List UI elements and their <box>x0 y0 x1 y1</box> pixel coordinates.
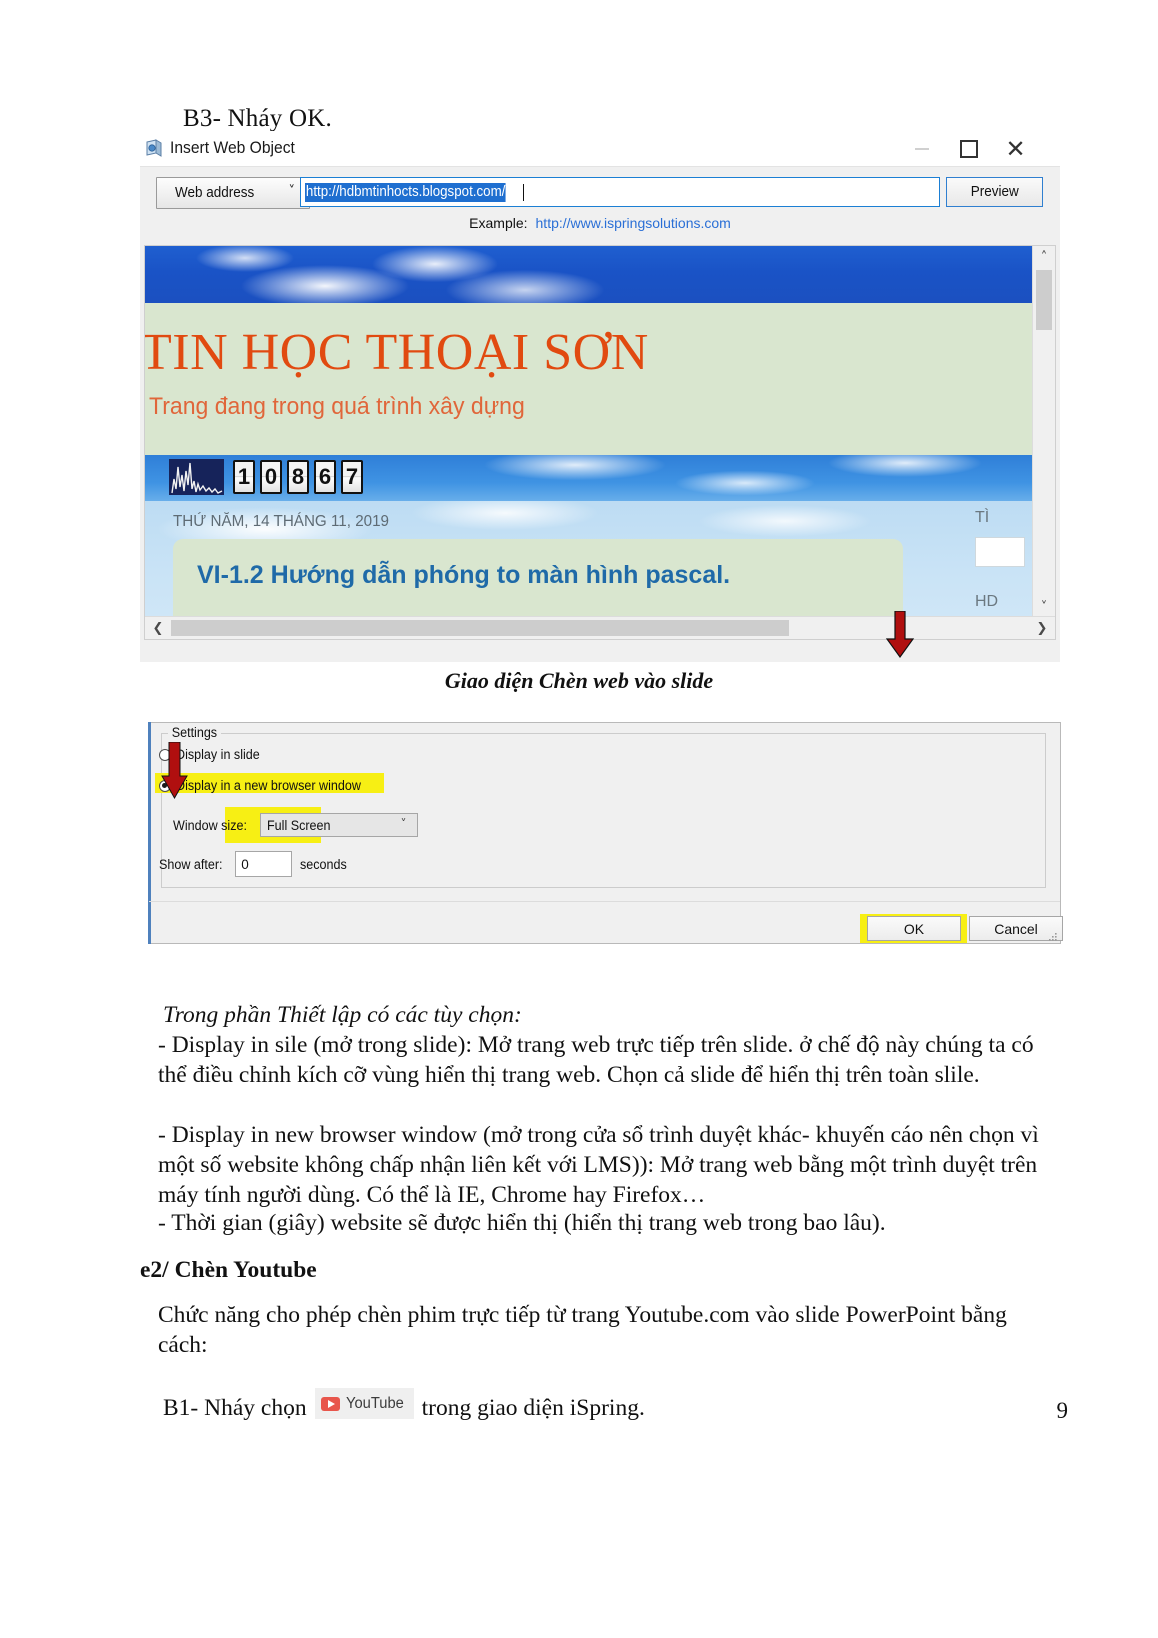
settings-group-legend: Settings <box>168 725 221 740</box>
window-size-select[interactable]: Full Screen ˅ <box>259 813 418 837</box>
close-icon: ✕ <box>1005 134 1026 163</box>
chevron-down-icon: ˅ <box>400 817 407 831</box>
window-body: Web address ˅ http://hdbmtinhocts.blogsp… <box>140 166 1060 662</box>
page-content-area: THỨ NĂM, 14 THÁNG 11, 2019 VI-1.2 Hướng … <box>145 501 1033 618</box>
ok-button-label: OK <box>903 920 925 937</box>
maximize-icon <box>959 139 978 158</box>
window-titlebar: Insert Web Object ✕ <box>140 131 1060 166</box>
preview-vertical-scrollbar[interactable]: ˄ ˅ <box>1032 246 1055 618</box>
scroll-right-icon[interactable]: ❯ <box>1031 617 1053 639</box>
example-row: Example: http://www.ispringsolutions.com <box>140 215 1060 237</box>
scroll-left-icon[interactable]: ❮ <box>147 617 169 639</box>
site-subtitle: Trang đang trong quá trình xây dựng <box>149 393 525 420</box>
counter-digit: 8 <box>287 460 309 494</box>
counter-digit: 6 <box>314 460 336 494</box>
paragraph-display-in-new-window: - Display in new browser window (mở tron… <box>158 1122 1039 1208</box>
window-title: Insert Web Object <box>170 138 295 157</box>
text-caret <box>522 183 524 201</box>
dialog-separator <box>149 901 1060 902</box>
visitor-counter-strip: 1 0 8 6 7 <box>145 455 1033 501</box>
minimize-button[interactable] <box>898 131 945 166</box>
preview-button-label: Preview <box>970 184 1019 200</box>
preview-horizontal-scrollbar[interactable]: ❮ ❯ <box>145 616 1055 639</box>
site-title: TIN HỌC THOẠI SƠN <box>145 324 649 381</box>
page-number: 9 <box>1056 1398 1069 1423</box>
scroll-up-icon[interactable]: ˄ <box>1033 246 1055 268</box>
show-after-value: 0 <box>241 856 249 872</box>
counter-graph-icon <box>169 459 224 495</box>
web-preview-pane: TIN HỌC THOẠI SƠN Trang đang trong quá t… <box>144 245 1056 640</box>
insert-web-object-window: Insert Web Object ✕ Web address ˅ http:/… <box>140 131 1060 662</box>
paragraph-youtube-intro: Chức năng cho phép chèn phim trực tiếp t… <box>158 1302 1007 1358</box>
paragraph-intro: Trong phần Thiết lập có các tùy chọn: <box>163 1002 522 1028</box>
url-input-value: http://hdbmtinhocts.blogspot.com/ <box>305 182 506 202</box>
ok-button[interactable]: OK <box>867 916 961 941</box>
preview-button[interactable]: Preview <box>946 177 1043 207</box>
heading-e2-chen-youtube: e2/ Chèn Youtube <box>140 1257 317 1283</box>
radio-display-in-new-window-label: Display in a new browser window <box>176 778 361 793</box>
chevron-down-icon: ˅ <box>288 184 296 199</box>
show-after-unit-label: seconds <box>300 856 348 872</box>
sidebar-label-search: TÌ <box>975 509 990 526</box>
vertical-scroll-thumb[interactable] <box>1036 270 1052 330</box>
maximize-button[interactable] <box>945 131 992 166</box>
url-input[interactable]: http://hdbmtinhocts.blogspot.com/ <box>300 177 940 207</box>
window-size-label: Window size: <box>173 817 247 833</box>
annotation-arrow-settings <box>160 741 190 805</box>
post-title-link[interactable]: VI-1.2 Hướng dẫn phóng to màn hình pasca… <box>197 561 730 590</box>
annotation-arrow-preview <box>884 610 916 664</box>
address-row: Web address ˅ http://hdbmtinhocts.blogsp… <box>140 177 1060 211</box>
post-date: THỨ NĂM, 14 THÁNG 11, 2019 <box>173 513 390 530</box>
horizontal-scroll-thumb[interactable] <box>171 620 789 636</box>
counter-digit: 0 <box>260 460 282 494</box>
post-card: VI-1.2 Hướng dẫn phóng to màn hình pasca… <box>173 539 903 618</box>
show-after-input[interactable]: 0 <box>235 851 293 877</box>
site-header-panel: TIN HỌC THOẠI SƠN Trang đang trong quá t… <box>145 303 1033 455</box>
settings-dialog: Settings Display in slide Display in a n… <box>148 722 1063 944</box>
source-type-label: Web address <box>175 185 255 201</box>
minimize-icon <box>914 147 929 150</box>
radio-display-in-new-browser-window[interactable]: Display in a new browser window <box>159 778 375 793</box>
example-label: Example: <box>469 215 528 231</box>
resize-grip-icon[interactable] <box>1047 930 1057 941</box>
show-after-row: Show after: 0 seconds <box>159 851 351 877</box>
figure-caption-1: Giao diện Chèn web vào slide <box>444 668 714 693</box>
counter-digit: 1 <box>233 460 255 494</box>
counter-digit: 7 <box>341 460 363 494</box>
example-url-link[interactable]: http://www.ispringsolutions.com <box>536 215 731 231</box>
sidebar-search-input[interactable] <box>975 537 1025 567</box>
paragraph-display-in-slide: - Display in sile (mở trong slide): Mở t… <box>158 1032 1034 1088</box>
source-type-select[interactable]: Web address ˅ <box>156 177 310 209</box>
paragraph-time-seconds: - Thời gian (giây) website sẽ được hiển … <box>158 1210 886 1236</box>
scroll-down-icon[interactable]: ˅ <box>1033 596 1055 618</box>
window-size-row: Window size: Full Screen ˅ <box>173 813 418 837</box>
close-button[interactable]: ✕ <box>992 131 1039 166</box>
rendered-web-page: TIN HỌC THOẠI SƠN Trang đang trong quá t… <box>145 246 1033 618</box>
cancel-button-label: Cancel <box>994 920 1038 937</box>
show-after-label: Show after: <box>159 856 223 872</box>
step-b3-heading: B3- Nháy OK. <box>183 105 332 132</box>
sky-banner-top <box>145 246 1033 303</box>
window-size-value: Full Screen <box>266 817 331 833</box>
web-object-icon <box>143 137 165 159</box>
sidebar-label-hd: HD <box>975 593 999 610</box>
